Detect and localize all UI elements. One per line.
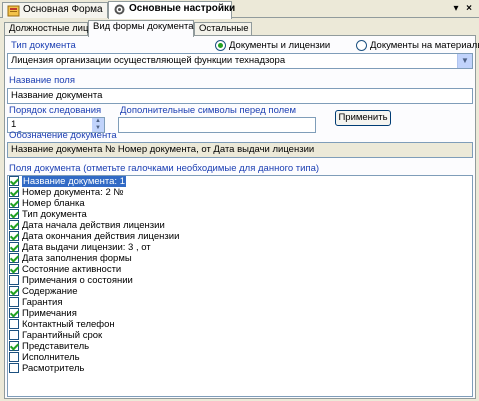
list-item-label: Гарантийный срок xyxy=(22,330,103,341)
checkbox[interactable] xyxy=(9,341,19,351)
list-item-label: Дата окончания действия лицензии xyxy=(22,231,180,242)
list-item-label: Дата выдачи лицензии: 3 , от xyxy=(22,242,151,253)
list-item-label: Примечания о состоянии xyxy=(22,275,133,286)
checkbox[interactable] xyxy=(9,363,19,373)
checkbox[interactable] xyxy=(9,231,19,241)
checkbox[interactable] xyxy=(9,352,19,362)
extra-symbols-label: Дополнительные символы перед полем xyxy=(120,105,297,116)
list-item[interactable]: Тип документа xyxy=(8,209,472,220)
form-icon xyxy=(7,5,20,17)
radio-indicator xyxy=(215,40,226,51)
window-menu-icon[interactable]: ▾ xyxy=(450,3,462,15)
field-name-label: Название поля xyxy=(9,75,75,86)
list-item[interactable]: Примечания о состоянии xyxy=(8,275,472,286)
list-item[interactable]: Представитель xyxy=(8,341,472,352)
list-item-label: Примечания xyxy=(22,308,77,319)
tab-main-form-label: Основная Форма xyxy=(23,4,103,15)
field-name-input[interactable]: Название документа xyxy=(7,88,473,104)
doc-type-label: Тип документа xyxy=(11,40,76,51)
apply-button[interactable]: Применить xyxy=(335,110,391,126)
checkbox[interactable] xyxy=(9,176,19,186)
checkbox[interactable] xyxy=(9,264,19,274)
list-item-label: Состояние активности xyxy=(22,264,122,275)
tab-main-form[interactable]: Основная Форма xyxy=(2,2,108,18)
list-item[interactable]: Исполнитель xyxy=(8,352,472,363)
tab-officials[interactable]: Должностные лица xyxy=(4,22,94,36)
fields-list-label: Поля документа (отметьте галочками необх… xyxy=(9,163,320,174)
document-form-panel: Тип документа Документы и лицензии Докум… xyxy=(4,35,479,399)
designation-value: Название документа № Номер документа, от… xyxy=(7,142,473,158)
list-item[interactable]: Дата выдачи лицензии: 3 , от xyxy=(8,242,472,253)
order-value: 1 xyxy=(11,119,17,130)
list-item[interactable]: Гарантийный срок xyxy=(8,330,472,341)
list-item-label: Номер бланка xyxy=(22,198,85,209)
radio-indicator xyxy=(356,40,367,51)
checkbox[interactable] xyxy=(9,242,19,252)
extra-symbols-input[interactable] xyxy=(118,117,316,133)
spin-up-icon[interactable]: ▲ xyxy=(92,118,104,125)
list-item[interactable]: Примечания xyxy=(8,308,472,319)
order-label: Порядок следования xyxy=(9,105,102,116)
checkbox[interactable] xyxy=(9,198,19,208)
list-item[interactable]: Дата окончания действия лицензии xyxy=(8,231,472,242)
list-item-label: Представитель xyxy=(22,341,90,352)
list-item[interactable]: Номер документа: 2 № xyxy=(8,187,472,198)
doc-type-select[interactable]: Лицензия организации осуществляющей функ… xyxy=(7,53,473,69)
chevron-down-icon[interactable]: ▼ xyxy=(457,54,472,68)
list-item-label: Исполнитель xyxy=(22,352,80,363)
checkbox[interactable] xyxy=(9,209,19,219)
list-item-label: Дата начала действия лицензии xyxy=(22,220,165,231)
checkbox[interactable] xyxy=(9,253,19,263)
checkbox[interactable] xyxy=(9,297,19,307)
list-item[interactable]: Дата заполнения формы xyxy=(8,253,472,264)
document-tab-strip: Основная Форма Основные настройки ▾ × xyxy=(0,0,479,19)
list-item[interactable]: Название документа: 1 xyxy=(8,176,472,187)
document-fields-list[interactable]: Название документа: 1 Номер документа: 2 … xyxy=(7,175,473,397)
checkbox[interactable] xyxy=(9,275,19,285)
close-icon[interactable]: × xyxy=(463,3,475,15)
checkbox[interactable] xyxy=(9,187,19,197)
doc-type-select-value: Лицензия организации осуществляющей функ… xyxy=(11,55,286,66)
checkbox[interactable] xyxy=(9,330,19,340)
list-item[interactable]: Состояние активности xyxy=(8,264,472,275)
list-item-label: Тип документа xyxy=(22,209,87,220)
tab-other[interactable]: Остальные xyxy=(194,22,252,36)
checkbox[interactable] xyxy=(9,319,19,329)
tab-basic-settings[interactable]: Основные настройки xyxy=(108,1,236,19)
list-item-label: Контактный телефон xyxy=(22,319,115,330)
list-item-label: Номер документа: 2 № xyxy=(22,187,124,198)
list-item[interactable]: Содержание xyxy=(8,286,472,297)
checkbox[interactable] xyxy=(9,286,19,296)
list-item[interactable]: Гарантия xyxy=(8,297,472,308)
list-item-label: Гарантия xyxy=(22,297,63,308)
list-item[interactable]: Контактный телефон xyxy=(8,319,472,330)
designation-label: Обозначение документа xyxy=(9,130,117,141)
list-item-label: Содержание xyxy=(22,286,78,297)
list-item[interactable]: Дата начала действия лицензии xyxy=(8,220,472,231)
radio-label: Документы на материалы xyxy=(370,40,479,51)
list-item-label: Расмотритель xyxy=(22,363,85,374)
checkbox[interactable] xyxy=(9,220,19,230)
checkbox[interactable] xyxy=(9,308,19,318)
settings-icon xyxy=(114,4,125,15)
list-item[interactable]: Номер бланка xyxy=(8,198,472,209)
tab-basic-settings-label: Основные настройки xyxy=(129,3,236,14)
list-item-label: Дата заполнения формы xyxy=(22,253,132,264)
list-item-label: Название документа: 1 xyxy=(22,176,126,187)
radio-label: Документы и лицензии xyxy=(229,40,331,51)
tab-document-form[interactable]: Вид формы документа xyxy=(88,20,194,37)
list-item[interactable]: Расмотритель xyxy=(8,363,472,374)
